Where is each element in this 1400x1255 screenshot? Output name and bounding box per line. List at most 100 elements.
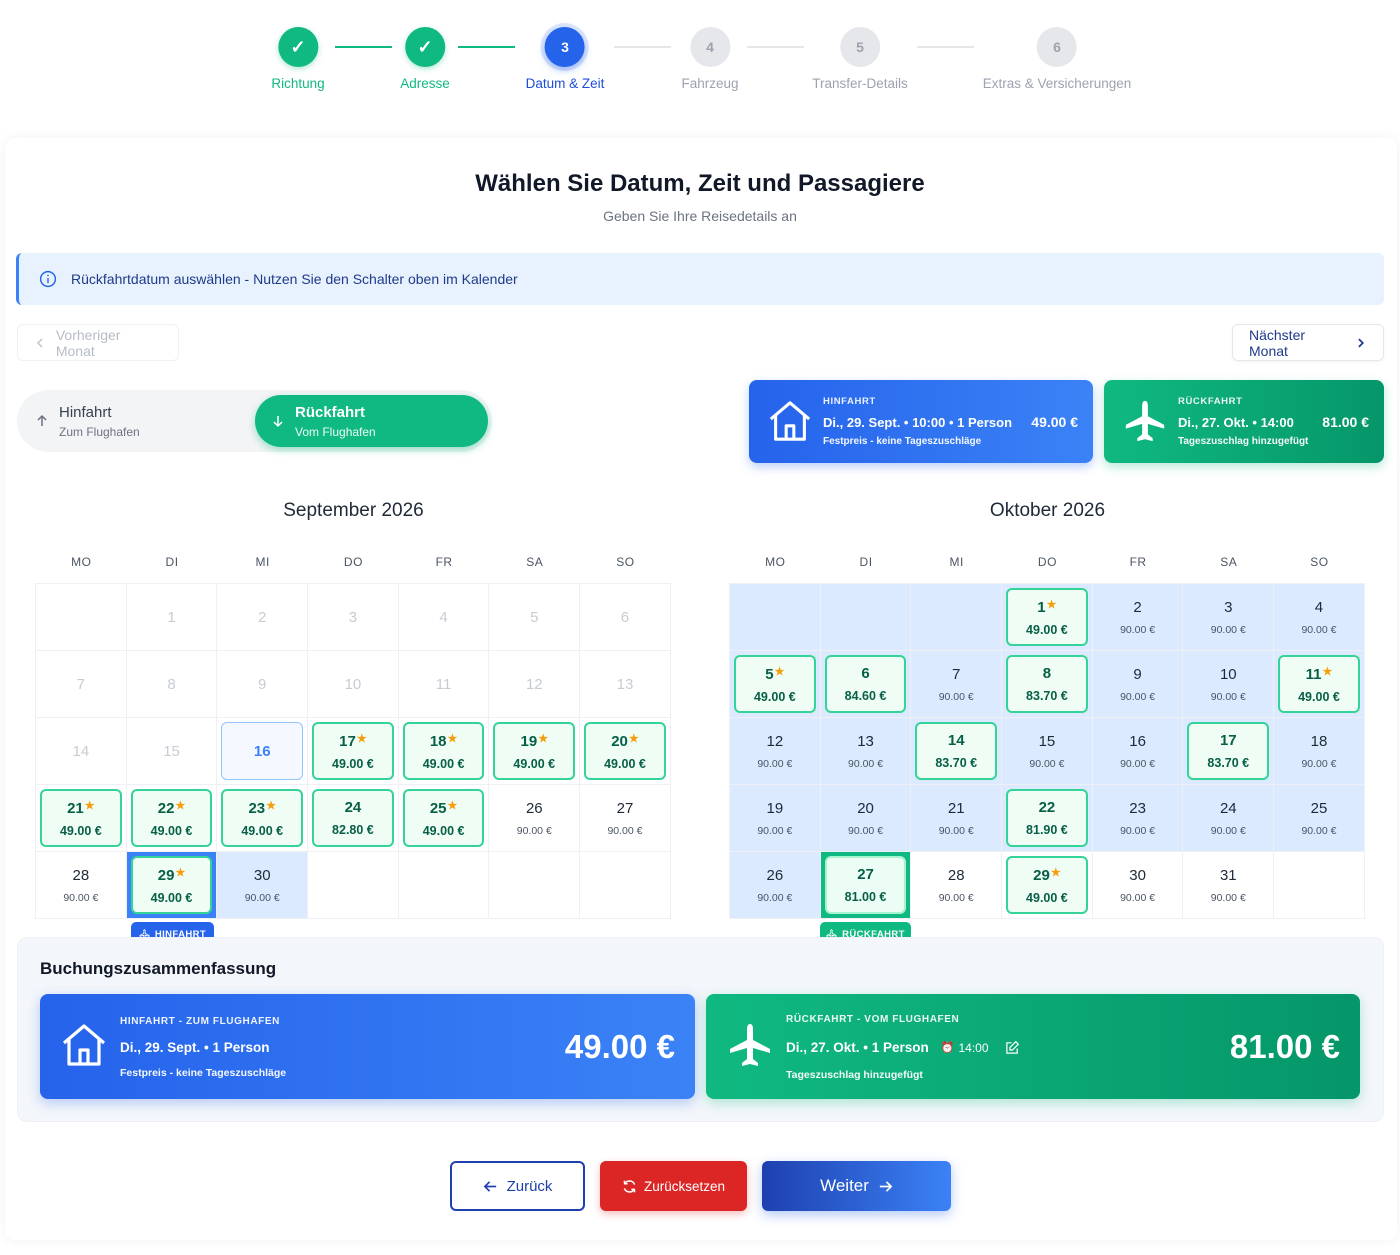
next-button[interactable]: Weiter — [762, 1161, 951, 1211]
day-number: 1★ — [1037, 598, 1056, 616]
day-cell-october-23[interactable]: 23 90.00 € — [1092, 785, 1184, 852]
day-cell-september-22[interactable]: 22★ 49.00 € — [126, 785, 218, 852]
day-number-text: 11 — [435, 675, 452, 693]
day-cell-september-30[interactable]: 30 90.00 € — [217, 852, 309, 919]
reset-button[interactable]: Zurücksetzen — [600, 1161, 747, 1211]
day-cell-september-16[interactable]: 16 — [217, 718, 309, 785]
day-cell-october-4[interactable]: 4 90.00 € — [1274, 584, 1365, 651]
day-cell-october-20[interactable]: 20 90.00 € — [820, 785, 912, 852]
day-cell-september-21[interactable]: 21★ 49.00 € — [36, 785, 127, 852]
day-cell-october-2[interactable]: 2 90.00 € — [1092, 584, 1184, 651]
day-cell-october-26[interactable]: 26 90.00 € — [730, 852, 821, 919]
step-adresse[interactable]: ✓ Adresse — [400, 27, 450, 91]
day-cell-september-29[interactable]: 29★ 49.00 € — [126, 852, 218, 919]
day-cell-september-23[interactable]: 23★ 49.00 € — [217, 785, 309, 852]
day-number: 3 — [1224, 599, 1232, 616]
day-number: 22★ — [158, 799, 186, 817]
day-cell-october-17[interactable]: 17 83.70 € — [1183, 718, 1275, 785]
day-cell-empty — [730, 584, 821, 651]
day-number: 21 — [948, 800, 965, 817]
day-cell-october-5[interactable]: 5★ 49.00 € — [730, 651, 821, 718]
day-cell-october-15[interactable]: 15 90.00 € — [1002, 718, 1093, 785]
toggle-return-sub: Vom Flughafen — [295, 425, 376, 439]
weekday-label: DI — [165, 555, 179, 569]
step-datum-zeit[interactable]: 3 Datum & Zeit — [526, 27, 604, 91]
day-number-text: 29 — [157, 866, 175, 884]
edit-icon[interactable] — [1005, 1040, 1020, 1055]
day-cell-october-19[interactable]: 19 90.00 € — [730, 785, 821, 852]
day-cell-october-22[interactable]: 22 81.90 € — [1002, 785, 1093, 852]
day-number-text: 30 — [1129, 866, 1146, 884]
day-cell-october-11[interactable]: 11★ 49.00 € — [1274, 651, 1365, 718]
day-cell-september-20[interactable]: 20★ 49.00 € — [580, 718, 671, 785]
day-cell-october-24[interactable]: 24 90.00 € — [1183, 785, 1275, 852]
step-richtung[interactable]: ✓ Richtung — [271, 27, 325, 91]
day-number: 21★ — [67, 799, 95, 817]
day-cell-october-9[interactable]: 9 90.00 € — [1092, 651, 1184, 718]
day-number: 4 — [439, 609, 447, 626]
day-cell-october-29[interactable]: 29★ 49.00 € — [1002, 852, 1093, 919]
day-cell-october-30[interactable]: 30 90.00 € — [1092, 852, 1184, 919]
day-cell-october-13[interactable]: 13 90.00 € — [820, 718, 912, 785]
step-label: Transfer-Details — [812, 76, 908, 91]
step-label: Extras & Versicherungen — [982, 76, 1132, 91]
back-button[interactable]: Zurück — [450, 1161, 585, 1211]
day-cell-september-24[interactable]: 24 82.80 € — [308, 785, 399, 852]
day-cell-september-19[interactable]: 19★ 49.00 € — [489, 718, 581, 785]
day-cell-september-28[interactable]: 28 90.00 € — [36, 852, 127, 919]
day-cell-october-7[interactable]: 7 90.00 € — [911, 651, 1003, 718]
day-cell-october-6[interactable]: 6 84.60 € — [820, 651, 912, 718]
day-price: 90.00 € — [848, 824, 884, 837]
day-cell-october-28[interactable]: 28 90.00 € — [911, 852, 1003, 919]
day-cell-september-25[interactable]: 25★ 49.00 € — [398, 785, 490, 852]
day-cell-october-12[interactable]: 12 90.00 € — [730, 718, 821, 785]
day-cell-september-1: 1 — [126, 584, 218, 651]
previous-month-button[interactable]: Vorheriger Monat — [17, 324, 179, 361]
chevron-left-icon — [36, 337, 43, 348]
check-icon: ✓ — [405, 27, 445, 67]
day-cell-october-8[interactable]: 8 83.70 € — [1002, 651, 1093, 718]
day-cell-october-10[interactable]: 10 90.00 € — [1183, 651, 1275, 718]
day-number: 17★ — [339, 732, 367, 750]
day-cell-empty — [398, 852, 490, 919]
day-number-text: 22 — [1038, 799, 1056, 816]
mini-return-note: Tageszuschlag hinzugefügt — [1178, 436, 1309, 447]
star-icon: ★ — [538, 732, 549, 745]
day-cell-october-3[interactable]: 3 90.00 € — [1183, 584, 1275, 651]
day-cell-october-14[interactable]: 14 83.70 € — [911, 718, 1003, 785]
day-number: 10 — [345, 676, 362, 693]
october-title: Oktober 2026 — [989, 500, 1106, 521]
day-cell-october-1[interactable]: 1★ 49.00 € — [1002, 584, 1093, 651]
toggle-return[interactable]: Rückfahrt Vom Flughafen — [255, 395, 488, 447]
day-cell-october-25[interactable]: 25 90.00 € — [1274, 785, 1365, 852]
step-number: 6 — [1037, 27, 1077, 67]
day-cell-october-21[interactable]: 21 90.00 € — [911, 785, 1003, 852]
day-number-text: 20 — [611, 732, 628, 750]
day-cell-september-26[interactable]: 26 90.00 € — [489, 785, 581, 852]
day-number: 4 — [1315, 599, 1323, 616]
day-number-text: 7 — [952, 665, 961, 683]
day-cell-october-18[interactable]: 18 90.00 € — [1274, 718, 1365, 785]
alarm-clock-icon: ⏰ — [940, 1042, 955, 1054]
day-price: 90.00 € — [757, 824, 793, 837]
weekday-label: SO — [616, 555, 635, 569]
day-highlight — [824, 655, 907, 713]
toggle-outbound[interactable]: Hinfahrt Zum Flughafen — [35, 404, 140, 439]
next-month-button[interactable]: Nächster Monat — [1232, 324, 1384, 361]
day-cell-september-18[interactable]: 18★ 49.00 € — [398, 718, 490, 785]
step-connector — [917, 46, 974, 48]
day-cell-october-16[interactable]: 16 90.00 € — [1092, 718, 1184, 785]
star-icon: ★ — [774, 665, 785, 678]
day-cell-october-27[interactable]: 27 81.00 € — [820, 852, 912, 919]
summary-outbound-price: 49.00 € — [564, 1028, 675, 1065]
day-cell-empty — [1274, 852, 1365, 919]
day-cell-september-17[interactable]: 17★ 49.00 € — [308, 718, 399, 785]
day-number: 8 — [1043, 665, 1051, 682]
info-banner: Rückfahrtdatum auswählen - Nutzen Sie de… — [16, 253, 1384, 305]
step-number: 3 — [545, 27, 585, 67]
day-number-text: 14 — [947, 732, 965, 749]
day-cell-empty — [820, 584, 912, 651]
day-cell-september-27[interactable]: 27 90.00 € — [580, 785, 671, 852]
day-price: 90.00 € — [1301, 757, 1337, 770]
day-cell-october-31[interactable]: 31 90.00 € — [1183, 852, 1275, 919]
